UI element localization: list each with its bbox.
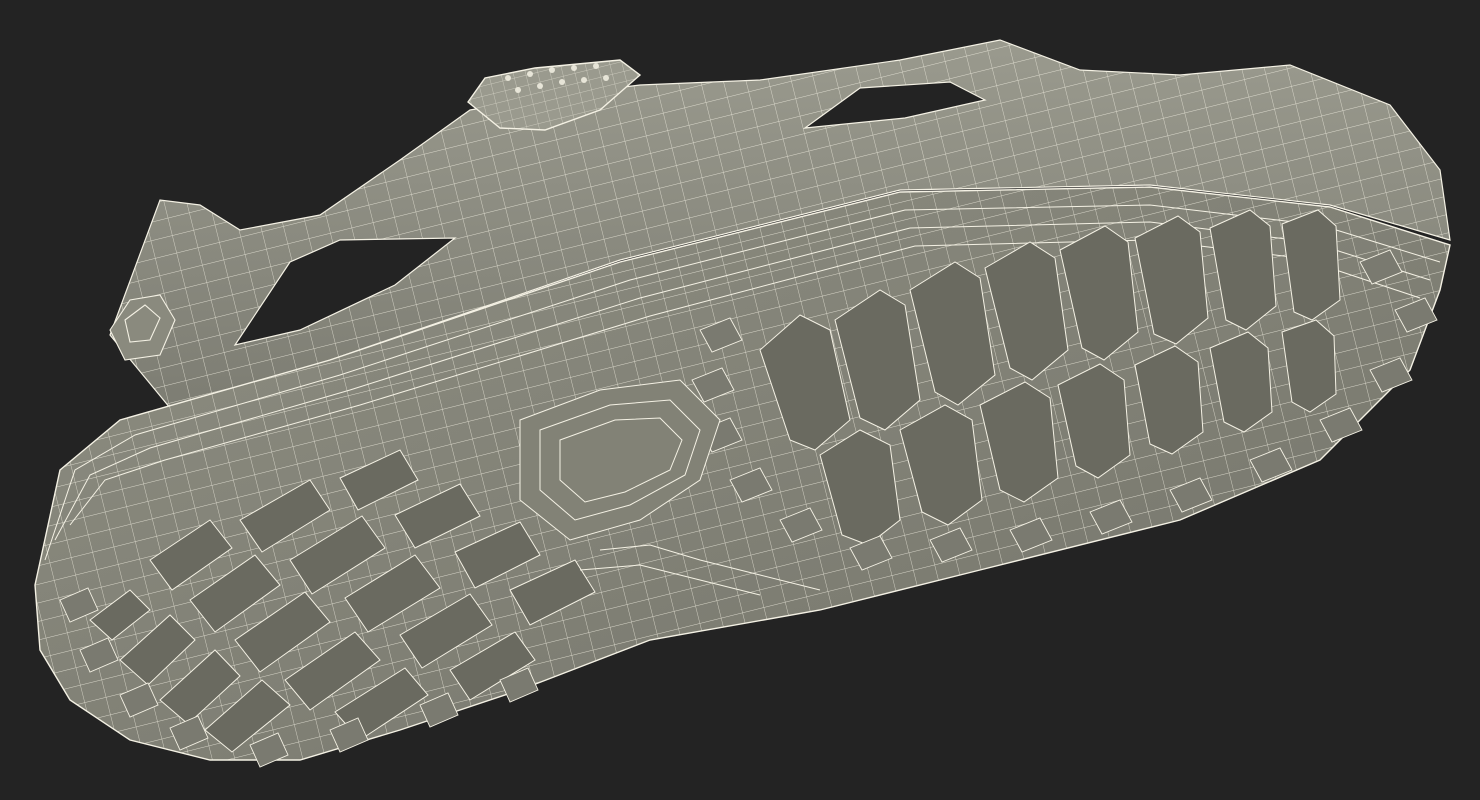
wireframe-render <box>34 39 1451 768</box>
render-viewport <box>0 0 1480 800</box>
